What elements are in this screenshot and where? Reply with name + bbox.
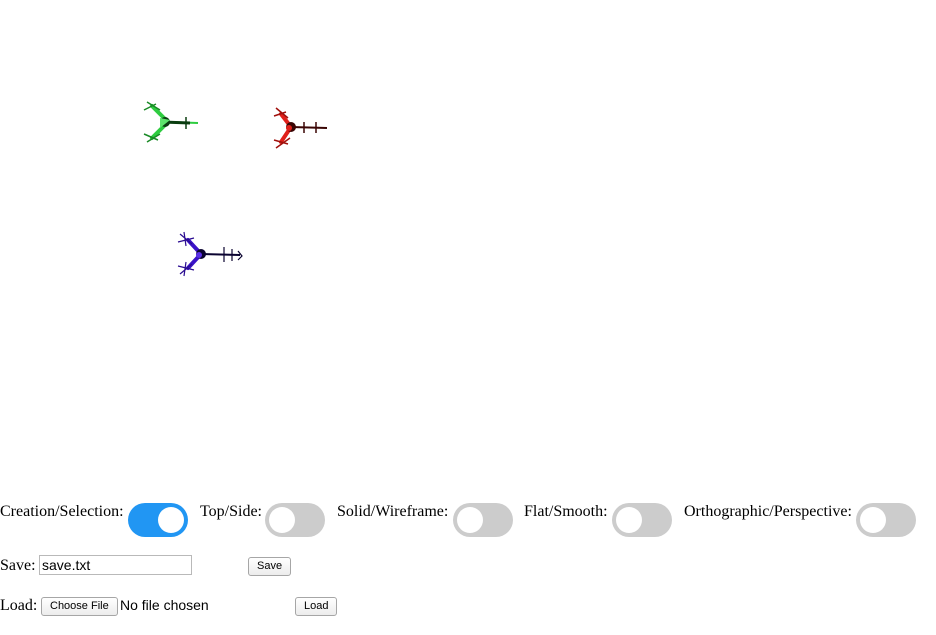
- red-model[interactable]: [273, 107, 328, 149]
- switch-knob: [616, 507, 642, 533]
- switch-knob: [269, 507, 295, 533]
- load-row: Load: Choose File No file chosen Load: [0, 594, 936, 618]
- flat-smooth-label: Flat/Smooth:: [524, 503, 608, 520]
- creation-selection-label: Creation/Selection:: [0, 503, 124, 520]
- load-button[interactable]: Load: [295, 597, 338, 616]
- green-model[interactable]: [143, 101, 199, 143]
- blue-model[interactable]: [177, 231, 243, 277]
- creation-selection-switch[interactable]: [128, 503, 188, 537]
- choose-file-button[interactable]: Choose File: [41, 597, 118, 616]
- solid-wireframe-label: Solid/Wireframe:: [337, 503, 449, 520]
- orthographic-perspective-label: Orthographic/Perspective:: [684, 503, 852, 520]
- flat-smooth-switch[interactable]: [612, 503, 672, 537]
- load-label: Load:: [0, 597, 38, 614]
- save-filename-input[interactable]: save.txt: [39, 555, 192, 575]
- orthographic-perspective-switch[interactable]: [856, 503, 916, 537]
- file-status-text: No file chosen: [120, 597, 209, 613]
- drawing-canvas[interactable]: [0, 0, 936, 490]
- top-side-label: Top/Side:: [200, 503, 262, 520]
- switch-knob: [158, 507, 184, 533]
- save-row: Save: save.txt Save: [0, 554, 936, 578]
- save-label: Save:: [0, 557, 36, 574]
- switch-knob: [457, 507, 483, 533]
- view-toggles: Creation/Selection: Top/Side: Solid/Wire…: [0, 500, 936, 540]
- save-button[interactable]: Save: [248, 557, 292, 576]
- solid-wireframe-switch[interactable]: [453, 503, 513, 537]
- top-side-switch[interactable]: [265, 503, 325, 537]
- switch-knob: [860, 507, 886, 533]
